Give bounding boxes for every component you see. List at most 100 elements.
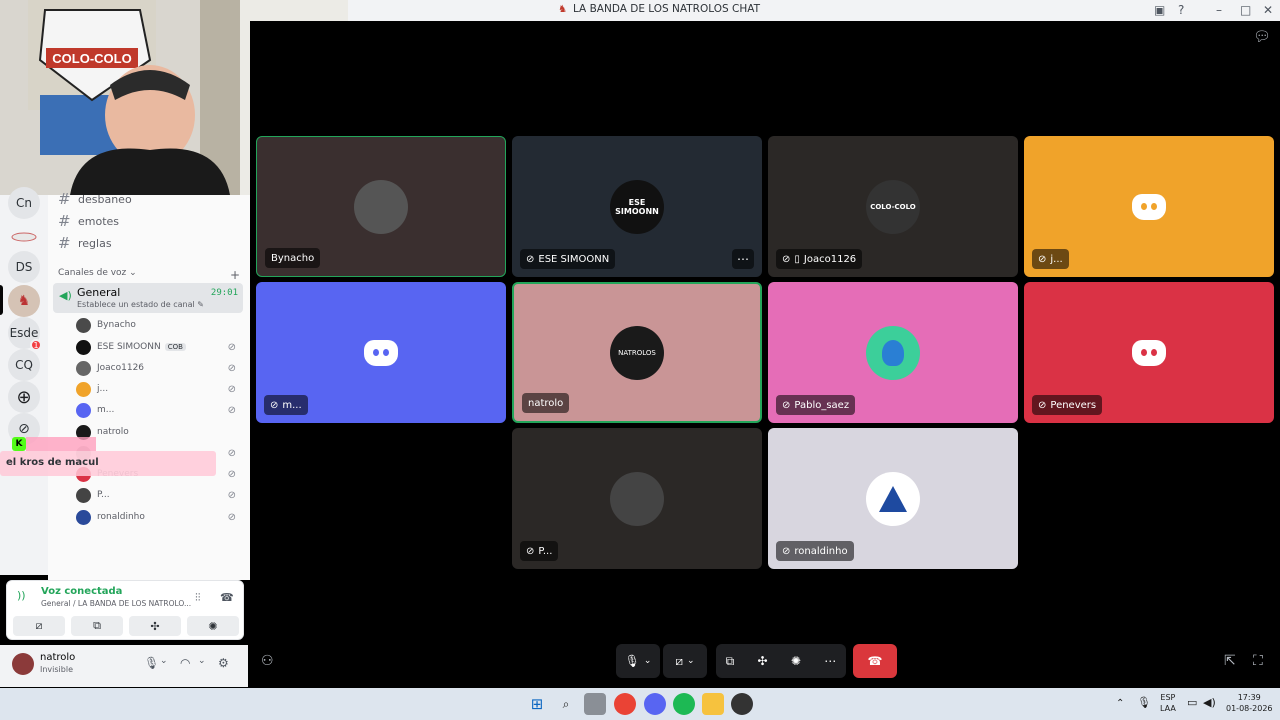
camera-off-button[interactable]: ⧄ xyxy=(13,616,65,636)
participant-tile[interactable]: Bynacho xyxy=(256,136,506,277)
volume-icon[interactable]: ◀) xyxy=(1203,697,1216,708)
server-shoe[interactable] xyxy=(8,221,40,253)
obs-icon[interactable] xyxy=(731,693,753,715)
participant-tile[interactable]: ⊘ ronaldinho xyxy=(768,428,1018,569)
file-icon[interactable] xyxy=(584,693,606,715)
voice-user[interactable]: ronaldinho ⊘ xyxy=(76,508,240,526)
participant-tile[interactable]: COLO-COLO ⊘ ▯ Joaco1126 xyxy=(768,136,1018,277)
webcam-banner-text: COLO-COLO xyxy=(52,51,131,66)
server-esde[interactable]: Esde 1 xyxy=(8,317,42,351)
discord-logo-icon xyxy=(1132,339,1166,366)
user-name[interactable]: natrolo xyxy=(40,652,75,663)
participant-tile[interactable]: NATROLOS natrolo xyxy=(512,282,762,423)
search-icon[interactable]: ⌕ xyxy=(555,693,577,715)
voice-user[interactable]: m... ⊘ xyxy=(76,401,240,419)
voice-user[interactable]: ESE SIMOONN COB ⊘ xyxy=(76,338,240,356)
chevron-down-icon: ⌄ xyxy=(643,656,652,666)
kick-icon: K xyxy=(12,437,26,451)
chrome-icon[interactable] xyxy=(614,693,636,715)
activities-button[interactable]: ✣ xyxy=(129,616,181,636)
avatar: NATROLOS xyxy=(610,325,664,380)
chevron-down-icon[interactable]: ⌄ xyxy=(160,656,168,666)
deafened-icon: ⊘ xyxy=(227,468,236,480)
avatar xyxy=(354,179,408,234)
screen-share-icon: ⧉ xyxy=(93,619,101,632)
chat-bubble-icon[interactable]: 💬︎ xyxy=(1253,29,1271,45)
discord-icon[interactable] xyxy=(644,693,666,715)
participant-tile[interactable]: ⊘ j... xyxy=(1024,136,1274,277)
server-ds[interactable]: DS xyxy=(8,251,40,283)
disconnect-icon[interactable]: ☎ xyxy=(220,591,234,604)
spotify-icon[interactable] xyxy=(673,693,695,715)
language-indicator[interactable]: ESP LAA xyxy=(1160,692,1176,714)
voice-timer: 29:01 xyxy=(210,288,238,298)
headphones-icon[interactable]: ◠ xyxy=(180,656,190,670)
voice-connected-title[interactable]: Voz conectada xyxy=(41,586,122,597)
inbox-icon[interactable]: ▣ xyxy=(1154,3,1165,17)
camera-button[interactable]: ⧄ ⌄ xyxy=(663,644,707,678)
voice-category[interactable]: Canales de voz ⌄ + xyxy=(58,268,240,282)
more-options-icon[interactable]: ⋯ xyxy=(824,654,836,668)
popout-icon[interactable]: ⇱ xyxy=(1224,653,1236,669)
share-screen-button[interactable]: ⧉ xyxy=(71,616,123,636)
server-cq[interactable]: CQ xyxy=(8,349,40,381)
voice-user-name: ESE SIMOONN xyxy=(97,342,161,352)
hangup-icon: ☎ xyxy=(867,654,883,668)
deafened-icon: ⊘ xyxy=(227,362,236,374)
microphone-button[interactable]: 🎙︎ ⌄ xyxy=(616,644,660,678)
soundboard-button[interactable]: ✺ xyxy=(187,616,239,636)
avatar: ESE SIMOONN xyxy=(610,179,664,234)
channel-emotes[interactable]: # emotes xyxy=(58,212,119,230)
help-icon[interactable]: ? xyxy=(1178,3,1184,17)
maximize-button[interactable]: □ xyxy=(1240,3,1251,17)
disconnect-button[interactable]: ☎ xyxy=(853,644,897,678)
chevron-up-icon[interactable]: ⌃ xyxy=(1116,698,1124,709)
participant-tile[interactable]: ⊘ Pablo_saez xyxy=(768,282,1018,423)
microphone-icon[interactable]: 🎙︎ xyxy=(1137,697,1151,708)
voice-user[interactable]: natrolo xyxy=(76,423,240,441)
activities-icon: ✣ xyxy=(150,619,160,633)
channel-reglas[interactable]: # reglas xyxy=(58,234,112,252)
deafened-icon: ⊘ xyxy=(526,253,535,265)
voice-user[interactable]: Joaco1126 ⊘ xyxy=(76,359,240,377)
avatar xyxy=(1122,180,1176,234)
chevron-down-icon[interactable]: ⌄ xyxy=(198,656,206,666)
participant-tile[interactable]: ESE SIMOONN ⊘ ESE SIMOONN ⋯ xyxy=(512,136,762,277)
voice-channel-status[interactable]: Establece un estado de canal ✎ xyxy=(77,300,204,309)
avatar[interactable] xyxy=(12,653,34,675)
server-natrolos[interactable]: ♞ xyxy=(8,285,40,317)
noise-suppression-icon[interactable]: ⫶⫶ xyxy=(195,591,201,605)
user-status: Invisible xyxy=(40,665,73,674)
voice-user[interactable]: j... ⊘ xyxy=(76,380,240,398)
add-server-button[interactable]: ⊕ xyxy=(8,381,40,413)
participant-name: P... xyxy=(538,545,553,557)
invite-user-icon[interactable]: ⚇ xyxy=(261,653,274,669)
voice-channel-general[interactable]: ◀) General Establece un estado de canal … xyxy=(53,283,243,313)
participant-tile[interactable]: ⊘ Penevers xyxy=(1024,282,1274,423)
voice-user[interactable]: P... ⊘ xyxy=(76,486,240,504)
soundboard-icon[interactable]: ✺ xyxy=(791,654,801,668)
microphone-icon[interactable]: 🎙︎ xyxy=(144,656,159,670)
server-cn[interactable]: Cn xyxy=(8,187,40,219)
participant-tile[interactable]: ⊘ m... xyxy=(256,282,506,423)
clock[interactable]: 17:39 01-08-2026 xyxy=(1226,692,1273,714)
windows-start-icon[interactable]: ⊞ xyxy=(526,693,548,715)
participant-tile[interactable]: ⊘ P... xyxy=(512,428,762,569)
deafened-icon: ⊘ xyxy=(782,545,791,557)
more-options-button[interactable]: ⋯ xyxy=(732,249,754,269)
activities-icon[interactable]: ✣ xyxy=(758,654,768,668)
deafened-icon: ⊘ xyxy=(227,404,236,416)
folder-icon[interactable] xyxy=(702,693,724,715)
network-icon[interactable]: ▭ xyxy=(1187,697,1197,708)
channel-desbaneo[interactable]: # desbaneo xyxy=(58,190,132,208)
voice-connected-panel: )) Voz conectada General / LA BANDA DE L… xyxy=(6,580,244,640)
plus-icon: ⊕ xyxy=(16,386,32,408)
settings-gear-icon[interactable]: ⚙ xyxy=(218,656,229,670)
fullscreen-icon[interactable]: ⛶ xyxy=(1253,653,1263,669)
screen-share-icon[interactable]: ⧉ xyxy=(726,654,735,669)
minimize-button[interactable]: – xyxy=(1216,3,1222,17)
voice-connected-subtitle[interactable]: General / LA BANDA DE LOS NATROLO... xyxy=(41,599,191,608)
close-button[interactable]: ✕ xyxy=(1263,3,1273,17)
voice-user[interactable]: Bynacho xyxy=(76,316,240,334)
add-channel-icon[interactable]: + xyxy=(230,268,240,282)
